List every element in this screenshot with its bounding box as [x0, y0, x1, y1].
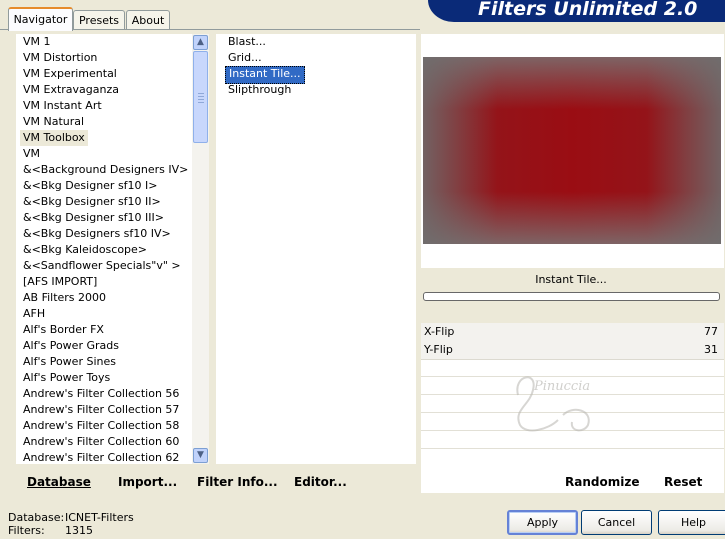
- cancel-button[interactable]: Cancel: [581, 510, 652, 535]
- param-value-yflip: 31: [704, 343, 718, 356]
- category-item[interactable]: [AFS IMPORT]: [20, 274, 100, 290]
- param-value-xflip: 77: [704, 325, 718, 338]
- filter-item[interactable]: Slipthrough: [225, 82, 294, 98]
- category-item[interactable]: VM Toolbox: [20, 130, 88, 146]
- scroll-up-button[interactable]: ▲: [193, 35, 208, 50]
- app-title: Filters Unlimited 2.0: [478, 0, 698, 20]
- param-row-xflip[interactable]: [421, 323, 724, 342]
- watermark: Pinuccia: [508, 370, 608, 440]
- randomize-button[interactable]: Randomize: [565, 474, 639, 490]
- param-label-yflip: Y-Flip: [424, 343, 453, 356]
- param-label-xflip: X-Flip: [424, 325, 455, 338]
- category-item[interactable]: &<Sandflower Specials"v" >: [20, 258, 184, 274]
- status-database-label: Database:: [8, 511, 65, 524]
- status-filters-label: Filters:: [8, 524, 45, 537]
- import-button[interactable]: Import...: [118, 474, 177, 490]
- category-item[interactable]: VM Instant Art: [20, 98, 105, 114]
- category-item[interactable]: VM Experimental: [20, 66, 120, 82]
- chevron-up-icon: ▲: [197, 37, 204, 47]
- help-button[interactable]: Help: [658, 510, 725, 535]
- category-item[interactable]: Andrew's Filter Collection 57: [20, 402, 182, 418]
- category-item[interactable]: VM 1: [20, 34, 54, 50]
- tab-navigator[interactable]: Navigator: [8, 7, 73, 31]
- status-database-value: ICNET-Filters: [65, 511, 134, 524]
- category-item[interactable]: AFH: [20, 306, 48, 322]
- preview-image: [423, 57, 721, 244]
- filter-item[interactable]: Grid...: [225, 50, 265, 66]
- category-item[interactable]: Alf's Power Sines: [20, 354, 119, 370]
- scroll-down-button[interactable]: ▼: [193, 448, 208, 463]
- tab-about[interactable]: About: [126, 10, 170, 30]
- category-scrollbar[interactable]: ▲ ▼: [192, 34, 209, 464]
- status-filters-value: 1315: [65, 524, 93, 537]
- progress-bar: [423, 292, 720, 301]
- category-item[interactable]: Alf's Power Grads: [20, 338, 122, 354]
- editor-button[interactable]: Editor...: [294, 474, 347, 490]
- reset-button[interactable]: Reset: [664, 474, 702, 490]
- category-item[interactable]: &<Bkg Designer sf10 I>: [20, 178, 161, 194]
- current-filter-title: Instant Tile...: [535, 273, 607, 286]
- chevron-down-icon: ▼: [197, 450, 204, 460]
- filter-item[interactable]: Blast...: [225, 34, 269, 50]
- category-item[interactable]: AB Filters 2000: [20, 290, 109, 306]
- category-item[interactable]: &<Background Designers IV>: [20, 162, 191, 178]
- database-button[interactable]: Database: [27, 474, 91, 490]
- filter-list[interactable]: Blast... Grid... Instant Tile... Slipthroug…: [216, 34, 416, 464]
- apply-button[interactable]: Apply: [507, 510, 578, 535]
- category-item[interactable]: Andrew's Filter Collection 56: [20, 386, 182, 402]
- category-item[interactable]: VM Extravaganza: [20, 82, 122, 98]
- watermark-text: Pinuccia: [533, 379, 590, 394]
- category-item[interactable]: VM: [20, 146, 43, 162]
- param-row-yflip[interactable]: [421, 341, 724, 360]
- tab-presets[interactable]: Presets: [73, 10, 125, 30]
- category-item[interactable]: Andrew's Filter Collection 62: [20, 450, 182, 464]
- category-list[interactable]: VM 1 VM Distortion VM Experimental VM Extra…: [16, 34, 192, 464]
- category-item[interactable]: Andrew's Filter Collection 58: [20, 418, 182, 434]
- scroll-thumb[interactable]: [193, 51, 208, 143]
- category-item[interactable]: &<Bkg Kaleidoscope>: [20, 242, 150, 258]
- category-item[interactable]: Alf's Power Toys: [20, 370, 113, 386]
- category-item[interactable]: &<Bkg Designers sf10 IV>: [20, 226, 174, 242]
- category-item[interactable]: VM Distortion: [20, 50, 100, 66]
- filter-info-button[interactable]: Filter Info...: [197, 474, 278, 490]
- category-item[interactable]: VM Natural: [20, 114, 87, 130]
- category-item[interactable]: &<Bkg Designer sf10 II>: [20, 194, 164, 210]
- category-item[interactable]: &<Bkg Designer sf10 III>: [20, 210, 167, 226]
- category-item[interactable]: Andrew's Filter Collection 60: [20, 434, 182, 450]
- category-item[interactable]: Alf's Border FX: [20, 322, 107, 338]
